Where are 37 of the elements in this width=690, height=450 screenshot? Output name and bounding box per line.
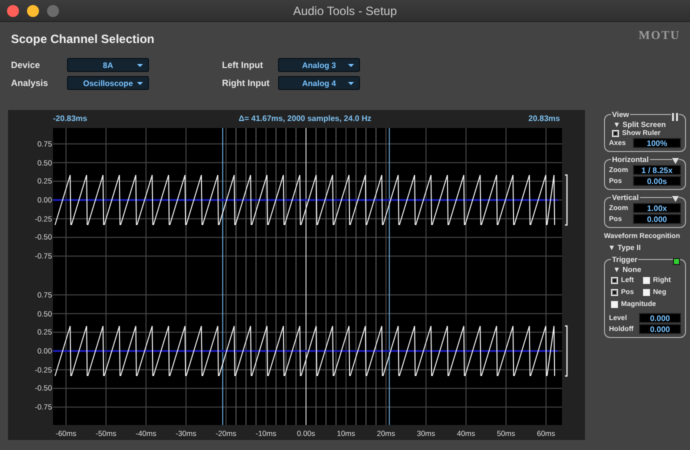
pause-icon[interactable] <box>671 113 679 121</box>
field-label: Left Input <box>222 60 264 70</box>
value-field[interactable]: 0.000 <box>639 324 681 334</box>
checkbox[interactable] <box>643 289 650 296</box>
dropdown[interactable]: Analog 4 <box>278 76 360 90</box>
field-label: Right Input <box>222 78 270 88</box>
value-field[interactable]: 0.00s <box>633 176 681 186</box>
value-field[interactable]: 0.000 <box>633 214 681 224</box>
dropdown[interactable]: 8A <box>67 58 149 72</box>
caret-icon[interactable] <box>672 196 679 202</box>
caret-icon <box>348 82 354 85</box>
value-field[interactable]: 1.00x <box>633 203 681 213</box>
dropdown[interactable]: Analog 3 <box>278 58 360 72</box>
checkbox[interactable] <box>643 277 650 284</box>
caret-icon <box>137 64 143 67</box>
section-title: Scope Channel Selection <box>11 32 154 46</box>
caret-icon <box>137 82 143 85</box>
dropdown[interactable]: Oscilloscope <box>67 76 149 90</box>
window-title: Audio Tools - Setup <box>292 4 398 18</box>
checkbox[interactable] <box>612 130 619 137</box>
checkbox[interactable] <box>611 289 618 296</box>
caret-icon <box>348 64 354 67</box>
value-field[interactable]: 100% <box>633 138 681 148</box>
close-button[interactable] <box>7 4 19 16</box>
cursor-label: 20.83ms <box>528 114 560 123</box>
zoom-button[interactable] <box>47 4 59 16</box>
checkbox[interactable] <box>611 277 618 284</box>
checkbox[interactable] <box>611 301 618 308</box>
caret-icon[interactable] <box>672 158 679 164</box>
value-field[interactable]: 0.000 <box>639 313 681 323</box>
cursor-label: -20.83ms <box>53 114 88 123</box>
minimize-button[interactable] <box>27 4 39 16</box>
field-label: Analysis <box>11 78 50 88</box>
logo: MOTU <box>638 28 680 43</box>
value-field[interactable]: 1 / 8.25x <box>633 165 681 175</box>
measurement-label: Δ= 41.67ms, 2000 samples, 24.0 Hz <box>238 114 372 123</box>
field-label: Device <box>11 60 42 70</box>
